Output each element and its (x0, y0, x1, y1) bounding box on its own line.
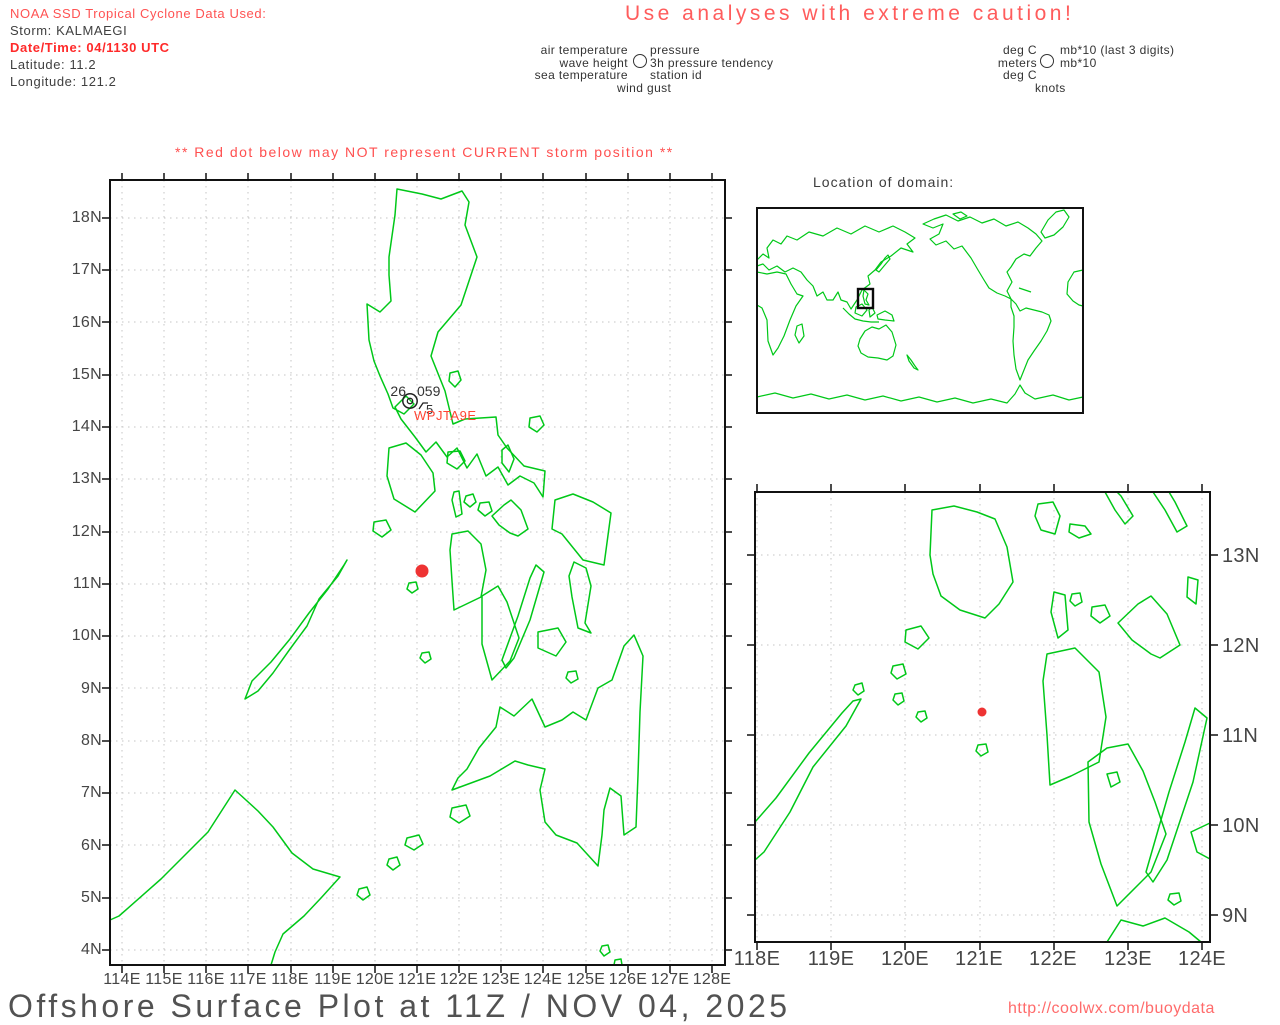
caution-headline: Use analyses with extreme caution! (625, 2, 1075, 25)
x-tick-label: 120E (355, 971, 395, 988)
x-tick-label: 118E (271, 971, 309, 988)
x-tick-label: 127E (650, 971, 690, 988)
world-coastlines (756, 209, 1084, 404)
philippines-coastline (109, 188, 644, 966)
station-circle-icon (633, 54, 647, 68)
inset-y-tick-label: 12N (1222, 635, 1260, 657)
y-tick-label: 18N (71, 209, 102, 226)
x-tick-label: 117E (229, 971, 267, 988)
storm-position-warning: ** Red dot below may NOT represent CURRE… (175, 144, 674, 160)
world-inset-title: Location of domain: (813, 174, 955, 190)
datetime-line: Date/Time: 04/1130 UTC (10, 40, 170, 55)
storm-name-line: Storm: KALMAEGI (10, 23, 128, 38)
inset-y-tick-label: 10N (1222, 815, 1260, 837)
y-tick-label: 13N (71, 470, 102, 487)
plot-title: Offshore Surface Plot at 11Z / NOV 04, 2… (8, 988, 791, 1024)
offshore-surface-plot-page: { "header": { "noaa_line": "NOAA SSD Tro… (0, 0, 1280, 1024)
station-id-value: WPJTA9E (414, 408, 477, 423)
zoom-inset-border (754, 491, 1211, 943)
station-circle-icon (1040, 54, 1054, 68)
storm-position-dot (415, 564, 429, 578)
y-tick-label: 17N (71, 261, 102, 278)
y-tick-label: 8N (80, 732, 102, 749)
zoom-inset-coastline (754, 491, 1211, 943)
legend-air-temp: air temperature (540, 43, 628, 57)
zoom-inset-ticks (747, 484, 1218, 950)
latitude-line: Latitude: 11.2 (10, 57, 97, 72)
y-tick-label: 9N (80, 680, 102, 697)
x-tick-label: 122E (439, 971, 479, 988)
zoom-inset-canvas (747, 484, 1218, 950)
x-tick-label: 114E (103, 971, 141, 988)
legend-pressure: pressure (650, 43, 700, 57)
x-tick-label: 123E (481, 971, 521, 988)
station-pressure-value: 059 (417, 383, 441, 399)
legend-wind-gust: wind gust (617, 81, 672, 95)
y-tick-label: 7N (80, 784, 102, 801)
station-air-temp-value: 26 (390, 383, 406, 399)
y-tick-label: 16N (71, 314, 102, 331)
x-tick-label: 116E (187, 971, 225, 988)
x-tick-label: 121E (397, 971, 437, 988)
inset-y-tick-label: 9N (1222, 905, 1249, 927)
zoom-inset-grid (755, 492, 1210, 942)
source-url: http://coolwx.com/buoydata (1008, 1000, 1215, 1017)
inset-x-tick-label: 124E (1178, 948, 1226, 970)
legend-unit-tendency: mb*10 (1060, 56, 1097, 70)
y-tick-label: 6N (80, 837, 102, 854)
inset-y-tick-label: 13N (1222, 545, 1260, 567)
x-tick-label: 124E (523, 971, 563, 988)
inset-x-tick-label: 121E (955, 948, 1003, 970)
x-tick-label: 126E (608, 971, 648, 988)
storm-position-dot (977, 707, 987, 717)
legend-unit-pressure: mb*10 (last 3 digits) (1060, 43, 1175, 57)
y-tick-label: 4N (80, 941, 102, 958)
y-tick-label: 5N (80, 889, 102, 906)
y-tick-label: 10N (71, 627, 102, 644)
y-tick-label: 14N (71, 418, 102, 435)
legend-unit-air: deg C (1002, 43, 1037, 57)
legend-station-id: station id (650, 68, 703, 82)
y-tick-label: 11N (72, 575, 102, 592)
main-map-canvas: 26 059 5 WPJTA9E (102, 173, 732, 973)
longitude-line: Longitude: 121.2 (10, 74, 117, 89)
inset-x-tick-label: 119E (807, 948, 855, 970)
legend-sea-temp: sea temperature (534, 68, 628, 82)
x-tick-label: 115E (145, 971, 183, 988)
inset-y-tick-label: 11N (1222, 725, 1259, 747)
inset-x-tick-label: 123E (1104, 948, 1152, 970)
surface-station-plot: 26 059 5 WPJTA9E (390, 383, 476, 423)
legend-unit-wind: knots (1035, 81, 1066, 95)
x-tick-label: 125E (566, 971, 606, 988)
noaa-data-line: NOAA SSD Tropical Cyclone Data Used: (10, 6, 267, 21)
y-tick-label: 15N (71, 366, 102, 383)
legend-unit-sea: deg C (1002, 68, 1037, 82)
inset-x-tick-label: 120E (881, 948, 929, 970)
x-tick-label: 128E (692, 971, 732, 988)
world-inset-canvas (756, 207, 1084, 414)
inset-x-tick-label: 118E (733, 948, 781, 970)
x-tick-label: 119E (314, 971, 352, 988)
y-tick-label: 12N (71, 523, 102, 540)
inset-x-tick-label: 122E (1029, 948, 1077, 970)
